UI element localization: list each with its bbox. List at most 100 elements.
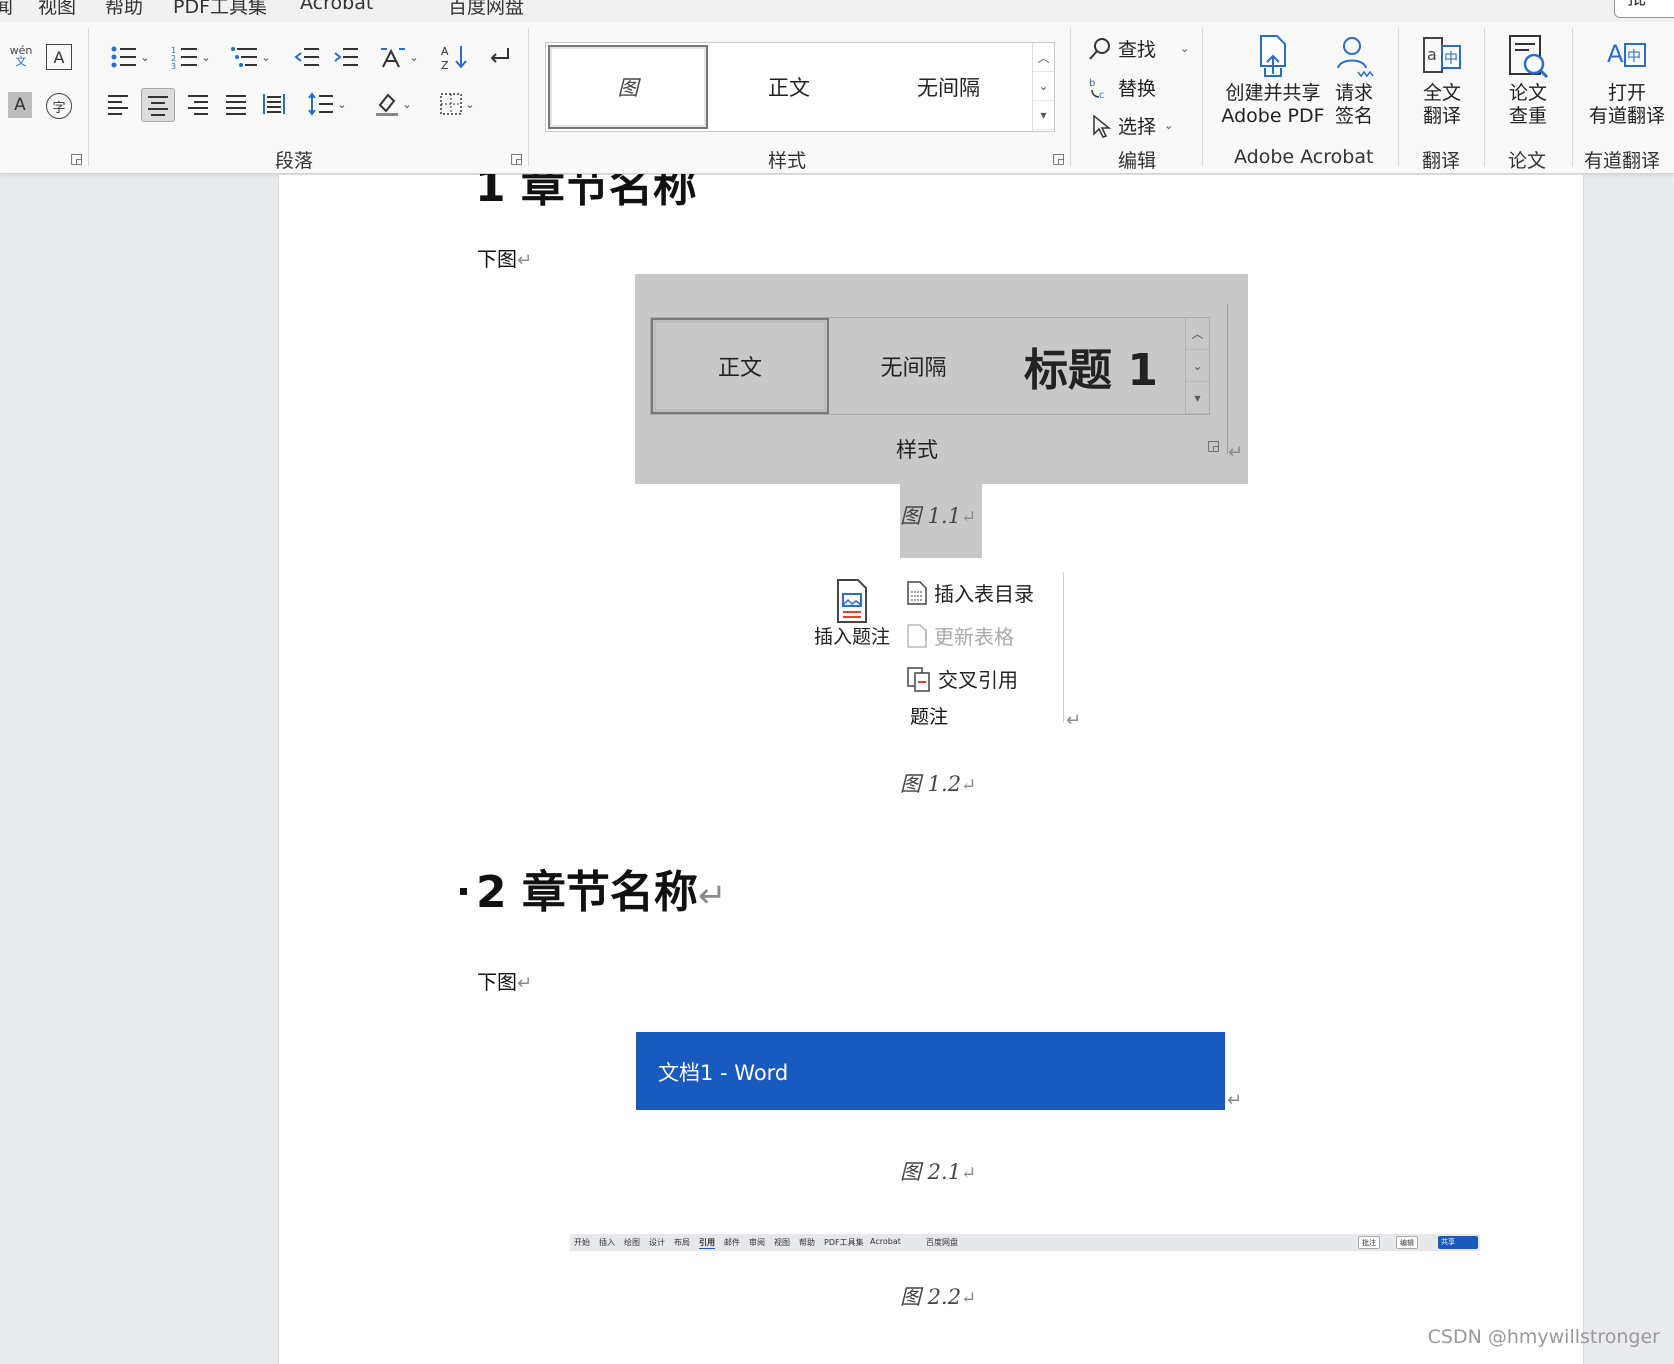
svg-text:中: 中	[1444, 51, 1458, 67]
youdao-line2: 有道翻译	[1588, 105, 1665, 127]
caption-figure-1-2: 图 1.2↵	[900, 768, 976, 798]
style-normal[interactable]: 正文	[714, 45, 864, 129]
align-left-icon[interactable]	[104, 90, 132, 118]
comment-button-label: 批	[1627, 0, 1646, 10]
character-border-icon[interactable]: A	[46, 44, 72, 70]
style-figure[interactable]: 图	[548, 45, 708, 129]
sign-line2: 签名	[1334, 105, 1373, 127]
caption-1-1-text: 图 1.1	[900, 504, 962, 528]
text-direction-icon[interactable]: ⌄	[374, 44, 424, 70]
bullets-icon[interactable]: ⌄	[104, 44, 156, 70]
paragraph-mark-icon: ↵	[1228, 442, 1244, 463]
styles-dialog-launcher-icon[interactable]: ◲	[1052, 152, 1066, 166]
update-table-icon	[907, 623, 927, 648]
table-of-figures-icon	[907, 580, 927, 605]
select-button[interactable]: 选择 ⌄	[1088, 112, 1173, 139]
heading-2-text: 2 章节名称	[476, 867, 698, 918]
paragraph-mark-icon: ↵	[1227, 1090, 1243, 1111]
heading-2: 2 章节名称↵	[476, 856, 726, 920]
figure-more-icon: ▾	[1186, 382, 1209, 414]
gallery-down-icon[interactable]: ⌄	[1033, 72, 1054, 101]
numbering-icon[interactable]: 1 2 3 ⌄	[166, 44, 216, 70]
phonetic-guide-icon[interactable]: wén 文	[8, 42, 34, 70]
ribbon-separator	[1572, 28, 1573, 166]
gallery-up-icon[interactable]: ︿	[1033, 43, 1054, 72]
paragraph-mark-icon: ↵	[961, 1163, 977, 1184]
borders-icon[interactable]: ⌄	[432, 90, 482, 118]
menu-item-help[interactable]: 帮助	[105, 0, 143, 19]
sort-icon[interactable]: AZ	[440, 44, 470, 70]
full-text-translate-button[interactable]: a中 全文 翻译	[1416, 34, 1468, 128]
figure-down-icon: ⌄	[1186, 350, 1209, 382]
mini-tab: 插入	[599, 1238, 615, 1247]
mini-tab: 百度网盘	[926, 1238, 958, 1247]
create-share-pdf-button[interactable]: 创建并共享 Adobe PDF	[1218, 34, 1328, 128]
menu-item-baidu-netdisk[interactable]: 百度网盘	[448, 0, 524, 19]
thesis-group-label: 论文	[1508, 150, 1547, 172]
menu-item-pdf-tools[interactable]: PDF工具集	[173, 0, 267, 19]
open-youdao-button[interactable]: A中 打开 有道翻译	[1582, 34, 1672, 128]
comment-button[interactable]: ▭ 批	[1614, 0, 1674, 18]
paragraph-mark-icon: ↵	[697, 876, 727, 916]
menu-item-view[interactable]: 视图	[38, 0, 76, 19]
gallery-more-icon[interactable]: ▾	[1033, 101, 1054, 130]
figure-1-1-image[interactable]: 正文 无间隔 标题 1 ︿ ⌄ ▾ 样式 ◲	[635, 274, 1248, 484]
caption-figure-1-1: 图 1.1↵	[900, 500, 976, 530]
distributed-icon[interactable]	[260, 90, 288, 118]
paragraph-mark-icon: ↵	[1066, 710, 1082, 731]
insert-tof-label: 插入表目录	[934, 582, 1034, 606]
paragraph-mark-icon: ↵	[961, 775, 977, 796]
figure-2-2-image[interactable]: 开始 插入 绘图 设计 布局 引用 邮件 审阅 视图 帮助 PDF工具集 Acr…	[570, 1234, 1480, 1251]
replace-label: 替换	[1118, 78, 1157, 100]
increase-indent-icon[interactable]	[332, 44, 360, 70]
font-dialog-launcher-icon[interactable]: ◲	[70, 152, 84, 166]
figure-up-icon: ︿	[1186, 318, 1209, 350]
update-table-label: 更新表格	[934, 625, 1014, 649]
mini-tab: PDF工具集	[824, 1238, 864, 1247]
styles-group-label: 样式	[768, 150, 807, 172]
figure-divider	[1227, 304, 1228, 454]
youdao-translate-icon: A中	[1607, 40, 1646, 68]
figure-divider	[1063, 572, 1064, 722]
character-shading-icon[interactable]: A	[8, 92, 32, 118]
replace-button[interactable]: bc 替换	[1088, 74, 1156, 101]
style-no-spacing[interactable]: 无间隔	[871, 45, 1026, 129]
insert-caption-icon	[837, 579, 867, 623]
align-right-icon[interactable]	[184, 90, 212, 118]
mini-tab: 绘图	[624, 1238, 640, 1247]
svg-text:Z: Z	[441, 59, 449, 70]
ribbon-separator	[528, 28, 529, 166]
show-paragraph-marks-icon[interactable]	[485, 44, 513, 70]
paragraph-group-label: 段落	[275, 150, 314, 172]
chevron-down-icon: ⌄	[1164, 119, 1174, 132]
styles-gallery-scroll: ︿ ⌄ ▾	[1032, 43, 1054, 131]
thesis-check-button[interactable]: 论文 查重	[1502, 34, 1554, 128]
mini-comment-chip: 批注	[1358, 1236, 1380, 1249]
mini-edit-chip: 编辑	[1396, 1236, 1418, 1249]
find-label: 查找	[1118, 39, 1157, 61]
multilevel-list-icon[interactable]: ⌄	[226, 44, 276, 70]
request-signature-button[interactable]: 请求 签名	[1328, 34, 1380, 128]
menu-item-acrobat[interactable]: Acrobat	[300, 0, 373, 14]
phonetic-char: 文	[15, 55, 27, 68]
justify-icon[interactable]	[222, 90, 250, 118]
list-bullet	[460, 888, 467, 895]
find-button[interactable]: 查找 ⌄	[1088, 35, 1189, 62]
ribbon-separator	[88, 28, 89, 166]
svg-text:b: b	[1089, 78, 1095, 89]
ribbon-separator	[1202, 28, 1203, 166]
mini-tab: 视图	[774, 1238, 790, 1247]
align-center-icon[interactable]	[141, 88, 175, 122]
thesis-line1: 论文	[1508, 82, 1547, 104]
decrease-indent-icon[interactable]	[293, 44, 321, 70]
enclose-characters-icon[interactable]: 字	[46, 93, 72, 119]
create-share-line2: Adobe PDF	[1221, 105, 1325, 127]
mini-tab: 邮件	[724, 1238, 740, 1247]
menu-item-review[interactable]: 闻	[0, 0, 13, 19]
caption-1-2-text: 图 1.2	[900, 772, 962, 796]
figure-2-1-image[interactable]: 文档1 - Word	[636, 1032, 1225, 1110]
line-spacing-icon[interactable]: ⌄	[302, 90, 352, 118]
paragraph-mark-icon: ↵	[517, 250, 533, 271]
paragraph-dialog-launcher-icon[interactable]: ◲	[510, 152, 524, 166]
shading-icon[interactable]: ⌄	[368, 90, 418, 118]
